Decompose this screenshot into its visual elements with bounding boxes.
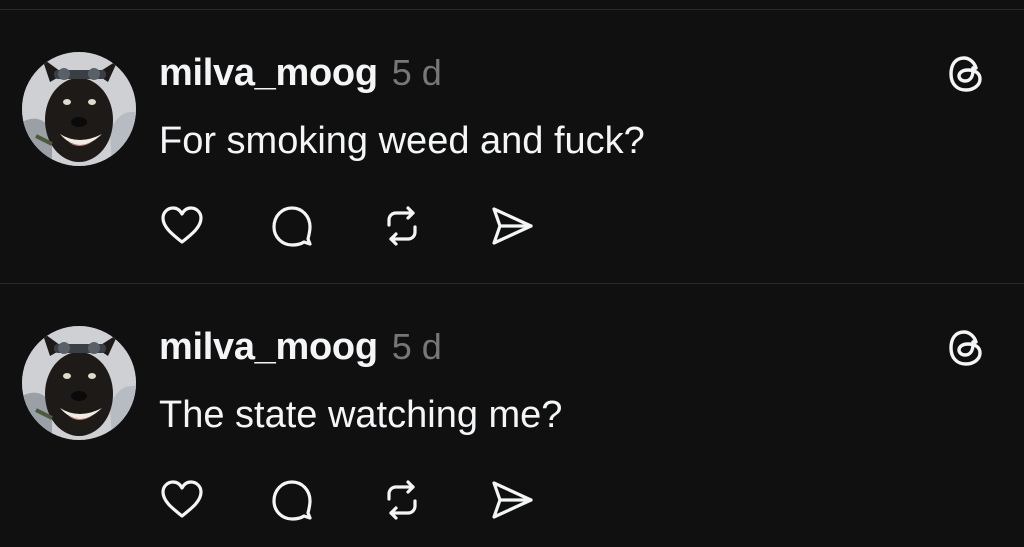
repost-button[interactable] [379, 203, 425, 249]
dog-avatar-icon [22, 52, 136, 166]
share-send-icon [492, 207, 533, 245]
threads-logo-icon[interactable] [946, 328, 986, 368]
post: milva_moog 5 d The state watching me? [0, 284, 1024, 547]
avatar[interactable] [22, 326, 136, 440]
repost-icon [387, 480, 417, 520]
like-button[interactable] [159, 477, 205, 523]
share-button[interactable] [489, 203, 535, 249]
timestamp: 5 d [391, 326, 442, 367]
threads-logo-icon[interactable] [946, 54, 986, 94]
username[interactable]: milva_moog [159, 52, 378, 95]
post-header: milva_moog 5 d [159, 326, 442, 376]
post: milva_moog 5 d For smoking weed and fuck… [0, 10, 1024, 283]
post-actions [159, 477, 599, 523]
thread-feed: milva_moog 5 d For smoking weed and fuck… [0, 0, 1024, 547]
timestamp: 5 d [391, 52, 442, 93]
repost-button[interactable] [379, 477, 425, 523]
post-actions [159, 203, 599, 249]
reply-bubble-icon [272, 206, 312, 247]
post-header: milva_moog 5 d [159, 52, 442, 102]
like-heart-icon [161, 206, 203, 244]
like-heart-icon [161, 480, 203, 518]
repost-icon [387, 206, 417, 246]
avatar[interactable] [22, 52, 136, 166]
share-send-icon [492, 481, 533, 519]
post-text: For smoking weed and fuck? [159, 120, 645, 162]
reply-button[interactable] [269, 477, 315, 523]
share-button[interactable] [489, 477, 535, 523]
reply-bubble-icon [272, 480, 312, 521]
like-button[interactable] [159, 203, 205, 249]
dog-avatar-icon [22, 326, 136, 440]
post-text: The state watching me? [159, 394, 563, 436]
reply-button[interactable] [269, 203, 315, 249]
username[interactable]: milva_moog [159, 326, 378, 369]
